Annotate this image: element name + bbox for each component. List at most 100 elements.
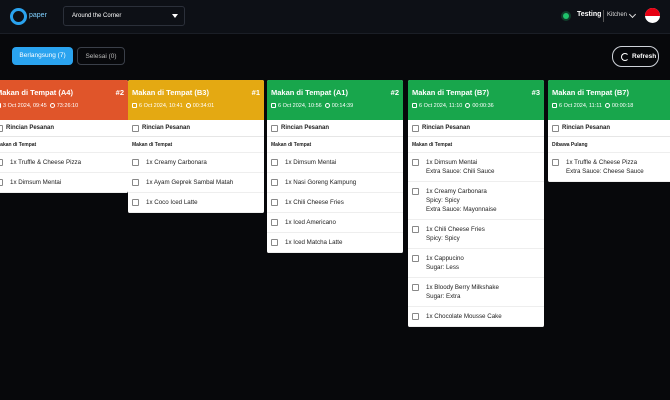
online-status-icon: [563, 13, 569, 19]
calendar-icon: [552, 103, 557, 108]
order-type: Makan di Tempat: [128, 137, 264, 153]
item-checkbox[interactable]: [412, 188, 419, 195]
order-item[interactable]: 1x Truffle & Cheese Pizza Extra Sauce: Ch…: [548, 153, 670, 182]
order-details-label: Rincian Pesanan: [142, 125, 191, 131]
item-name: 1x Bloody Berry Milkshake: [426, 284, 499, 291]
order-card-header: Makan di Tempat (B7) 6 Oct 2024, 11:11 00:…: [548, 80, 670, 120]
chevron-down-icon: [172, 14, 178, 18]
top-bar: paper Around the Corner Testing Kitchen: [0, 0, 670, 34]
item-checkbox[interactable]: [412, 255, 419, 262]
tab-berlangsung[interactable]: Berlangsung (7): [12, 47, 73, 65]
order-details-label: Rincian Pesanan: [281, 125, 330, 131]
order-details-label: Rincian Pesanan: [6, 125, 55, 131]
item-checkbox[interactable]: [412, 159, 419, 166]
timer-icon: [324, 103, 330, 108]
order-date: 6 Oct 2024, 10:41: [139, 103, 183, 109]
order-number: #1: [251, 88, 260, 97]
order-item[interactable]: 1x Dimsum Mentai: [267, 153, 403, 173]
order-date: 6 Oct 2024, 11:11: [559, 103, 602, 109]
order-number: #3: [531, 88, 540, 97]
item-name: 1x Creamy Carbonara: [426, 188, 487, 195]
item-name: 1x Chili Cheese Fries: [285, 199, 344, 206]
select-all-checkbox[interactable]: [0, 125, 3, 132]
select-all-checkbox[interactable]: [271, 125, 278, 132]
calendar-icon: [0, 103, 1, 108]
item-checkbox[interactable]: [412, 284, 419, 291]
logo-icon: [10, 8, 27, 25]
order-title: Makan di Tempat (B7): [412, 88, 489, 97]
item-checkbox[interactable]: [0, 159, 3, 166]
order-item[interactable]: 1x Creamy Carbonara Spicy: Spicy Extra Sau…: [408, 182, 544, 220]
order-card: Makan di Tempat (A1) #2 6 Oct 2024, 10:56 0…: [267, 80, 403, 253]
select-all-checkbox[interactable]: [412, 125, 419, 132]
item-checkbox[interactable]: [132, 199, 139, 206]
order-card-header: Makan di Tempat (B3) #1 6 Oct 2024, 10:41 0…: [128, 80, 264, 120]
order-type: Makan di Tempat: [0, 137, 128, 153]
order-meta: 6 Oct 2024, 11:10 00:00:36: [412, 103, 494, 109]
order-timer: 00:00:18: [611, 103, 634, 109]
item-name: 1x Chili Cheese Fries: [426, 226, 485, 233]
item-name: 1x Iced Matcha Latte: [285, 239, 343, 246]
order-details-label: Rincian Pesanan: [562, 125, 611, 131]
order-title: Makan di Tempat (B7): [552, 88, 629, 97]
order-item[interactable]: 1x Dimsum Mentai Extra Sauce: Chili Sauce: [408, 153, 544, 182]
order-card-header: Makan di Tempat (A4) #2 3 Oct 2024, 09:45 7…: [0, 80, 128, 120]
logo-text: paper: [29, 12, 47, 19]
order-item[interactable]: 1x Chili Cheese Fries: [267, 193, 403, 213]
item-checkbox[interactable]: [271, 159, 278, 166]
chevron-down-icon[interactable]: [628, 10, 637, 19]
item-note: Extra Sauce: Mayonnaise: [426, 206, 497, 213]
timer-icon: [604, 103, 610, 108]
order-item[interactable]: 1x Cappucino Sugar: Less: [408, 249, 544, 278]
select-all-checkbox[interactable]: [132, 125, 139, 132]
item-name: 1x Cappucino: [426, 255, 464, 262]
order-details-label: Rincian Pesanan: [422, 125, 471, 131]
item-checkbox[interactable]: [132, 179, 139, 186]
item-checkbox[interactable]: [271, 199, 278, 206]
app-logo[interactable]: paper: [10, 6, 50, 28]
order-card: Makan di Tempat (A4) #2 3 Oct 2024, 09:45 7…: [0, 80, 128, 193]
order-timer: 00:34:01: [192, 103, 215, 109]
refresh-button[interactable]: Refresh: [612, 46, 659, 67]
order-item[interactable]: 1x Creamy Carbonara: [128, 153, 264, 173]
item-note: Sugar: Less: [426, 264, 460, 271]
select-all-checkbox[interactable]: [552, 125, 559, 132]
order-timer: 73:26:10: [56, 103, 79, 109]
role-select[interactable]: Kitchen: [607, 12, 627, 18]
timer-icon: [465, 103, 471, 108]
item-name: 1x Dimsum Mentai: [426, 159, 478, 166]
item-checkbox[interactable]: [271, 179, 278, 186]
order-card-header: Makan di Tempat (A1) #2 6 Oct 2024, 10:56 0…: [267, 80, 403, 120]
order-card: Makan di Tempat (B3) #1 6 Oct 2024, 10:41 0…: [128, 80, 264, 213]
item-checkbox[interactable]: [271, 239, 278, 246]
order-item[interactable]: 1x Chocolate Mousse Cake: [408, 307, 544, 327]
order-item[interactable]: 1x Truffle & Cheese Pizza: [0, 153, 128, 173]
item-checkbox[interactable]: [132, 159, 139, 166]
tab-selesai[interactable]: Selesai (0): [77, 47, 125, 65]
item-name: 1x Truffle & Cheese Pizza: [10, 159, 82, 166]
order-item[interactable]: 1x Iced Americano: [267, 213, 403, 233]
order-item[interactable]: 1x Nasi Goreng Kampung: [267, 173, 403, 193]
order-item[interactable]: 1x Iced Matcha Latte: [267, 233, 403, 253]
order-type: Makan di Tempat: [408, 137, 544, 153]
order-item[interactable]: 1x Dimsum Mentai: [0, 173, 128, 193]
item-checkbox[interactable]: [552, 159, 559, 166]
order-item[interactable]: 1x Coco Iced Latte: [128, 193, 264, 213]
item-name: 1x Coco Iced Latte: [146, 199, 198, 206]
language-flag-icon[interactable]: [645, 8, 660, 23]
item-checkbox[interactable]: [412, 313, 419, 320]
item-name: 1x Chocolate Mousse Cake: [426, 313, 502, 320]
order-item[interactable]: 1x Bloody Berry Milkshake Sugar: Extra: [408, 278, 544, 307]
order-date: 3 Oct 2024, 09:45: [3, 103, 47, 109]
order-item[interactable]: 1x Ayam Geprek Sambal Matah: [128, 173, 264, 193]
order-date: 6 Oct 2024, 11:10: [419, 103, 463, 109]
item-checkbox[interactable]: [412, 226, 419, 233]
item-checkbox[interactable]: [271, 219, 278, 226]
item-checkbox[interactable]: [0, 179, 3, 186]
store-select-value: Around the Corner: [72, 13, 122, 19]
order-title: Makan di Tempat (B3): [132, 88, 209, 97]
order-item[interactable]: 1x Chili Cheese Fries Spicy: Spicy: [408, 220, 544, 249]
item-note: Spicy: Spicy: [426, 235, 460, 242]
item-name: 1x Ayam Geprek Sambal Matah: [146, 179, 234, 186]
store-select[interactable]: Around the Corner: [63, 6, 185, 26]
